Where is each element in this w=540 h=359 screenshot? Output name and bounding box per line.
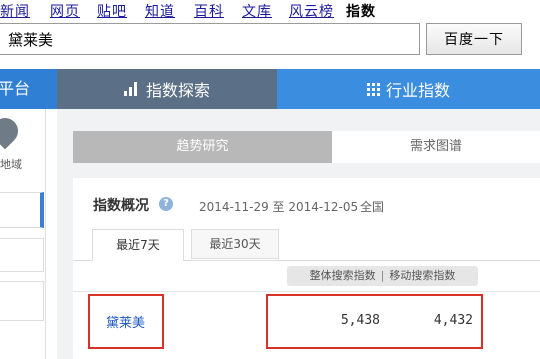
tab-last-30-days[interactable]: 最近30天 [191, 229, 279, 259]
map-pin-icon [0, 112, 24, 150]
tab-index-explore[interactable]: 指数探索 [57, 69, 277, 109]
nav-link-wenku[interactable]: 文库 [242, 1, 272, 21]
column-header-overall: 整体搜索指数 [309, 269, 376, 282]
bar-chart-icon [123, 82, 140, 96]
sidebar-item[interactable] [0, 238, 44, 272]
tab-industry-index-label: 行业指数 [385, 81, 450, 100]
mobile-search-index-value: 4,432 [433, 313, 473, 328]
top-nav: 新闻 网页 贴吧 知道 百科 文库 风云榜 指数 [0, 0, 540, 22]
region-scope: 全国 [360, 200, 385, 214]
date-range: 2014-11-29 至 2014-12-05 [199, 200, 359, 214]
baidu-index-page: 新闻 网页 贴吧 知道 百科 文库 风云榜 指数 百度一下 平台 指数探索 行业… [0, 0, 540, 359]
nav-link-web[interactable]: 网页 [50, 1, 80, 21]
nav-link-index-current: 指数 [346, 4, 376, 20]
subtab-trend-research[interactable]: 趋势研究 [73, 131, 332, 163]
nav-link-zhidao[interactable]: 知道 [145, 1, 175, 21]
row-divider [73, 291, 540, 292]
sidebar-item-active[interactable] [0, 192, 44, 228]
search-button[interactable]: 百度一下 [426, 23, 522, 55]
sidebar-item[interactable] [0, 281, 44, 321]
nav-link-baike[interactable]: 百科 [194, 1, 224, 21]
subtab-demand-graph[interactable]: 需求图谱 [332, 131, 540, 163]
tab-last-7-days[interactable]: 最近7天 [92, 229, 184, 261]
overview-title: 指数概况 [93, 198, 149, 214]
column-header-mobile: 移动搜索指数 [389, 269, 456, 282]
grid-icon [366, 82, 380, 96]
column-headers: 整体搜索指数 | 移动搜索指数 [287, 266, 478, 286]
platform-label: 平台 [0, 69, 57, 109]
nav-link-top[interactable]: 风云榜 [289, 1, 334, 21]
nav-link-tieba[interactable]: 贴吧 [97, 1, 127, 21]
keyword-link[interactable]: 黛莱美 [106, 312, 145, 331]
tab-industry-index[interactable]: 行业指数 [277, 69, 540, 109]
column-separator: | [380, 269, 385, 282]
nav-link-news[interactable]: 新闻 [0, 1, 30, 21]
sidebar-item-region-label: 地域 [0, 158, 22, 171]
overall-search-index-value: 5,438 [340, 313, 380, 328]
sidebar-item-region[interactable]: 地域 [0, 112, 44, 174]
tab-index-explore-label: 指数探索 [145, 81, 210, 100]
help-icon[interactable]: ? [159, 197, 173, 211]
search-input[interactable] [0, 23, 420, 55]
